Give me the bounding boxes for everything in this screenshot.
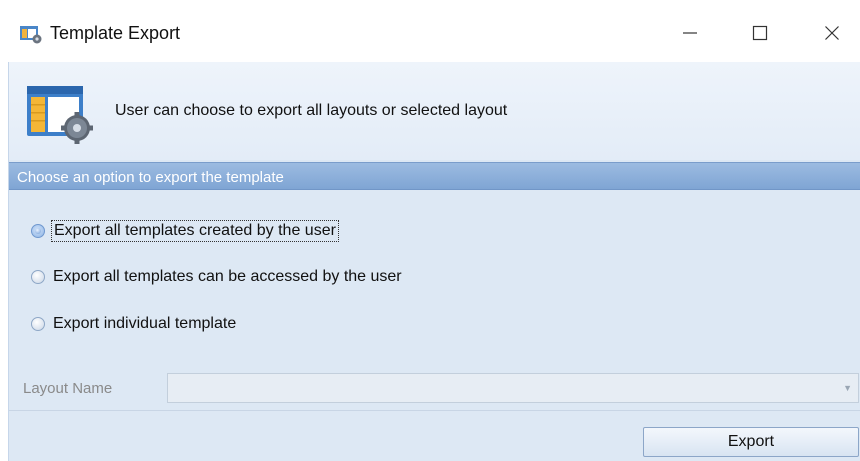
option-label: Export individual template: [53, 315, 237, 332]
header-panel: User can choose to export all layouts or…: [9, 62, 860, 160]
maximize-button[interactable]: [730, 10, 790, 56]
layout-name-dropdown[interactable]: ▼: [167, 373, 859, 403]
option-export-individual-template[interactable]: Export individual template: [31, 312, 238, 336]
layout-name-label: Layout Name: [23, 380, 113, 397]
template-export-app-icon: [20, 26, 42, 44]
maximize-icon: [752, 25, 768, 41]
option-export-created-by-user[interactable]: Export all templates created by the user: [31, 219, 339, 243]
section-header: Choose an option to export the template: [9, 162, 860, 190]
minimize-icon: [683, 32, 697, 34]
option-label: Export all templates can be accessed by …: [53, 268, 402, 285]
radio-button[interactable]: [31, 270, 45, 284]
option-export-accessed-by-user[interactable]: Export all templates can be accessed by …: [31, 265, 404, 289]
title-bar[interactable]: Template Export: [0, 0, 860, 62]
option-label: Export all templates created by the user: [51, 220, 339, 242]
radio-button-checked[interactable]: [31, 224, 45, 238]
minimize-button[interactable]: [660, 10, 720, 56]
section-title: Choose an option to export the template: [17, 169, 284, 186]
window-title: Template Export: [50, 23, 181, 43]
template-export-window: Template Export User can choose to expor…: [0, 0, 860, 461]
layout-settings-icon: [27, 86, 93, 144]
radio-button[interactable]: [31, 317, 45, 331]
divider: [9, 410, 860, 411]
export-button[interactable]: Export: [643, 427, 859, 457]
close-button[interactable]: [802, 10, 860, 56]
header-description: User can choose to export all layouts or…: [115, 102, 508, 119]
chevron-down-icon: ▼: [843, 383, 852, 393]
close-icon: [825, 26, 839, 40]
dialog-body: User can choose to export all layouts or…: [8, 62, 860, 461]
